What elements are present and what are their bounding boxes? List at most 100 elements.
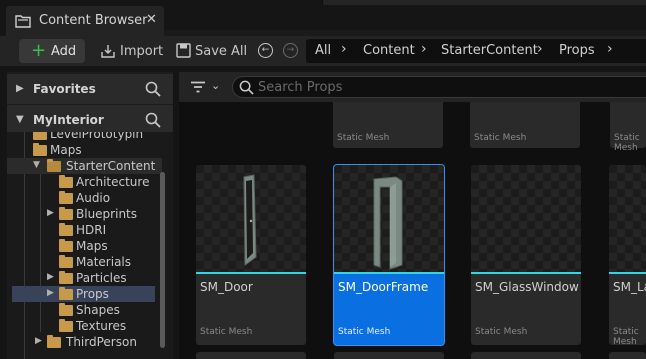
tree-item-startercontent[interactable]: ▼ StarterContent: [7, 158, 162, 174]
folder-icon: [47, 335, 61, 348]
chevron-right-icon[interactable]: ▶: [16, 83, 24, 94]
search-icon: [239, 80, 254, 98]
asset-color-strip: [609, 272, 646, 274]
favorites-header[interactable]: ▶ Favorites: [7, 74, 173, 104]
breadcrumb-startercontent[interactable]: StarterContent: [441, 43, 538, 58]
asset-color-strip: [334, 272, 444, 274]
asset-type: Static Mesh: [338, 327, 391, 337]
asset-tile-partial[interactable]: [196, 352, 306, 359]
asset-type: Static Mesh: [337, 133, 390, 143]
tree-item-label: Maps: [50, 143, 82, 157]
tree-item-materials[interactable]: Materials: [7, 254, 162, 270]
add-button[interactable]: + Add: [19, 39, 85, 63]
asset-tile-sm-glasswindow[interactable]: SM_GlassWindow Static Mesh: [471, 165, 581, 345]
asset-type: Static Mesh: [475, 327, 528, 337]
asset-thumbnail: [196, 165, 306, 273]
back-icon[interactable]: ←: [258, 43, 273, 58]
asset-thumbnail: [609, 165, 646, 273]
tree-item-label: Textures: [76, 319, 127, 333]
search-icon[interactable]: [145, 81, 161, 100]
asset-tile-partial[interactable]: Static Mesh: [610, 102, 646, 153]
filter-icon[interactable]: [190, 81, 206, 96]
chevron-right-icon[interactable]: ▶: [35, 336, 42, 346]
save-icon[interactable]: [176, 43, 191, 61]
tree-item-label: ThirdPerson: [66, 335, 137, 349]
folder-icon: [33, 143, 47, 156]
chevron-right-icon[interactable]: ›: [341, 41, 347, 57]
asset-tile-partial[interactable]: Static Mesh: [470, 102, 580, 148]
tree-item-label: Blueprints: [76, 207, 138, 221]
tree-item-label: HDRI: [76, 223, 107, 237]
tree-item-shapes[interactable]: Shapes: [7, 302, 162, 318]
tree-item-label: Maps: [76, 239, 108, 253]
close-icon[interactable]: ✕: [146, 12, 157, 27]
folder-icon: [59, 255, 73, 268]
tree-item-label: Props: [76, 287, 109, 301]
import-button[interactable]: Import: [120, 44, 163, 59]
asset-name: SM_La: [613, 280, 646, 294]
tree-item-textures[interactable]: Textures: [7, 318, 162, 334]
chevron-right-icon[interactable]: ▶: [47, 208, 54, 218]
search-input[interactable]: Search Props: [232, 76, 646, 98]
asset-name: SM_GlassWindow: [475, 280, 579, 294]
tab-title: Content Browser: [39, 13, 148, 28]
tree-item-particles[interactable]: ▶ Particles: [7, 270, 162, 286]
breadcrumb: All › Content › StarterContent › Props ›: [306, 39, 646, 63]
save-all-button[interactable]: Save All: [195, 44, 247, 59]
chevron-down-icon[interactable]: ⌄: [211, 79, 220, 92]
tree-item-blueprints[interactable]: ▶ Blueprints: [7, 206, 162, 222]
tree-item-maps-sub[interactable]: Maps: [7, 238, 162, 254]
filter-bar: ⌄ Search Props: [179, 72, 646, 102]
asset-thumbnail: [471, 165, 581, 273]
tree-item-levelprototyping[interactable]: LevelPrototypin: [7, 132, 162, 142]
folder-icon: [59, 271, 73, 284]
tree-item-architecture[interactable]: Architecture: [7, 174, 162, 190]
tree-item-label: Architecture: [76, 175, 150, 189]
folder-icon: [59, 207, 73, 220]
breadcrumb-all[interactable]: All: [315, 43, 331, 58]
sources-panel: ▶ Favorites ▼ MyInterior LevelPrototypin…: [7, 72, 173, 359]
chevron-right-icon[interactable]: ›: [607, 41, 613, 57]
tree-item-thirdperson[interactable]: ▶ ThirdPerson: [7, 334, 162, 350]
folder-open-icon: [47, 159, 61, 172]
tree-item-hdri[interactable]: HDRI: [7, 222, 162, 238]
asset-name: SM_DoorFrame: [338, 280, 429, 294]
chevron-right-icon[interactable]: ›: [421, 41, 427, 57]
forward-icon[interactable]: →: [283, 43, 298, 58]
asset-tile-partial[interactable]: [334, 352, 444, 359]
chevron-down-icon[interactable]: ▼: [33, 160, 40, 170]
folder-icon: [59, 287, 73, 300]
asset-tile-partial[interactable]: [471, 352, 581, 359]
tab-content-browser[interactable]: Content Browser ✕: [6, 6, 164, 36]
tree-item-audio[interactable]: Audio: [7, 190, 162, 206]
search-icon[interactable]: [145, 112, 161, 131]
import-icon[interactable]: [100, 43, 116, 62]
folder-tree: LevelPrototypin Maps ▼ StarterContent Ar…: [7, 132, 173, 359]
project-header[interactable]: ▼ MyInterior: [7, 105, 173, 135]
tree-item-label: LevelPrototypin: [50, 132, 144, 141]
asset-color-strip: [196, 272, 306, 274]
tree-item-maps[interactable]: Maps: [7, 142, 162, 158]
folder-icon: [59, 303, 73, 316]
asset-tile-partial[interactable]: Static Mesh: [333, 102, 443, 148]
asset-tile-partial[interactable]: [609, 352, 646, 359]
chevron-right-icon[interactable]: ▶: [47, 272, 54, 282]
tree-item-props[interactable]: ▶ Props: [12, 286, 155, 302]
asset-tile-sm-doorframe[interactable]: SM_DoorFrame Static Mesh: [334, 165, 444, 345]
tree-item-label: Particles: [76, 271, 127, 285]
folder-icon: [59, 239, 73, 252]
asset-tile-sm-la[interactable]: SM_La Static Mesh: [609, 165, 646, 345]
asset-tile-sm-door[interactable]: SM_Door Static Mesh: [196, 165, 306, 345]
asset-type: Static Mesh: [614, 133, 640, 153]
chevron-right-icon[interactable]: ▶: [47, 288, 54, 298]
chevron-right-icon[interactable]: ›: [537, 41, 543, 57]
folder-icon: [59, 191, 73, 204]
breadcrumb-props[interactable]: Props: [559, 43, 595, 58]
tree-scrollbar[interactable]: [160, 172, 165, 348]
chevron-down-icon[interactable]: ▼: [16, 114, 24, 125]
asset-name: SM_Door: [200, 280, 253, 294]
content-browser-icon: [15, 14, 31, 31]
asset-color-strip: [471, 272, 581, 274]
breadcrumb-content[interactable]: Content: [363, 43, 415, 58]
asset-type: Static Mesh: [200, 327, 253, 337]
